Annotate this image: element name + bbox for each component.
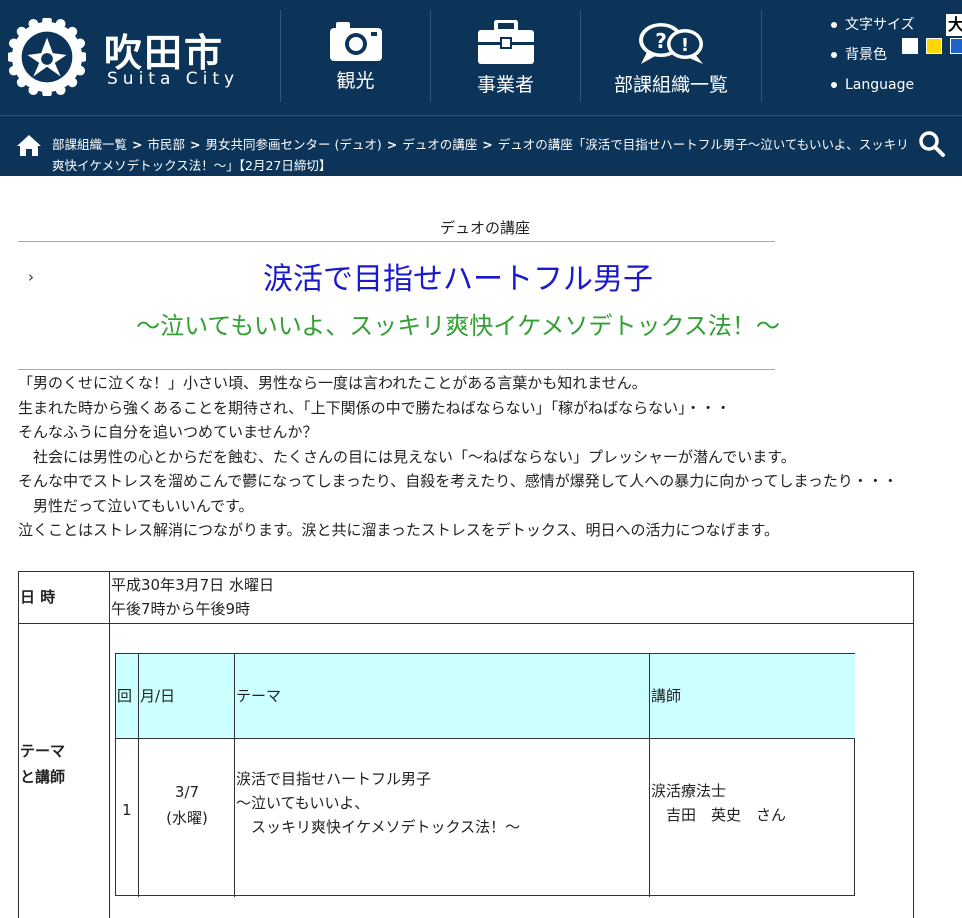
nav-divider [761,10,762,102]
bullet-icon [831,52,837,58]
breadcrumb-separator: > [132,137,143,152]
intro-line: 泣くことはストレス解消につながります。涙と共に溜まったストレスをデトックス、明日… [18,521,779,539]
city-emblem-logo[interactable] [8,18,86,96]
lecturer-name: 吉田 英史 さん [651,806,787,824]
page-title: 涙活で目指せハートフル男子 [263,262,653,297]
breadcrumb-link[interactable]: 市民部 [148,137,186,152]
datetime-time: 午後7時から午後9時 [111,600,251,618]
page-subtitle: ～泣いてもいいよ、スッキリ爽快イケメソデトックス法！～ [136,312,780,340]
nav-departments-label: 部課組織一覧 [613,74,728,96]
intro-line: そんなふうに自分を追いつめていませんか？ [18,423,318,441]
theme-label: テーマ [20,742,66,760]
nav-tourism-label: 観光 [336,70,375,92]
font-size-large-button[interactable]: 大 [946,14,962,36]
bg-color-label: 背景色 [845,47,887,63]
breadcrumb-trail: 部課組織一覧 > 市民部 > 男女共同参画センター (デュオ) > デュオの講座 > デュオの講… [52,134,914,176]
language-link[interactable]: Language [830,70,962,100]
section-label: デュオの講座 [440,219,531,237]
breadcrumb-link[interactable]: デュオの講座 [402,137,477,152]
bg-yellow-swatch[interactable] [926,38,942,54]
theme-label: と講師 [20,768,66,786]
datetime-date: 平成30年3月7日 水曜日 [111,576,274,594]
session-number: 1 [122,801,132,819]
font-size-label: 文字サイズ [845,17,915,33]
nav-business-label: 事業者 [476,74,534,96]
bullet-icon [831,82,837,88]
search-icon[interactable] [918,130,946,158]
bg-blue-swatch[interactable] [950,38,962,54]
schedule-table: 回 月/日 テーマ 講師 1 3/7 (水曜) 涙活で目指せハートフル男子 ～泣… [115,653,855,897]
site-header: 吹田市 Suita City 観光 事業者 ? ! 部課組織一覧 文字サイズ 大… [0,0,962,115]
divider [18,369,775,370]
breadcrumb-separator: > [190,137,201,152]
font-size-control[interactable]: 文字サイズ 大 [830,10,962,40]
intro-line: そんな中でストレスを溜めこんで鬱になってしまったり、自殺を考えたり、感情が爆発し… [18,472,898,490]
breadcrumb-separator: > [482,137,493,152]
session-theme: ～泣いてもいいよ、 [236,794,370,812]
table-header-cell: 月/日 [139,654,235,738]
svg-text:?: ? [655,29,667,53]
breadcrumb-link[interactable]: 男女共同参画センター (デュオ) [206,137,382,152]
camera-icon [329,22,382,61]
table-header-cell: テーマ [235,654,650,738]
bg-color-control: 背景色 [830,40,962,70]
intro-text: 「男のくせに泣くな！」小さい頃、男性なら一度は言われたことがある言葉かも知れませ… [18,371,962,543]
theme-header-cell: テーマ と講師 [18,623,110,918]
session-date: 3/7 [174,783,200,801]
svg-text:!: ! [681,35,689,56]
table-cell-lecturer: 涙活療法士 吉田 英史 さん [650,738,855,897]
table-cell-no: 1 [116,738,139,897]
table-header-cell: 回 [116,654,139,738]
datetime-header-cell: 日 時 [18,571,110,624]
briefcase-icon [477,20,534,64]
site-name-english[interactable]: Suita City [107,69,239,89]
intro-line: 男性だって泣いてもいいんです。 [18,496,254,515]
nav-business[interactable]: 事業者 [431,10,580,105]
nav-departments[interactable]: ? ! 部課組織一覧 [581,10,761,105]
intro-line: 生まれた時から強くあることを期待され、「上下関係の中で勝たねばならない」「稼がね… [18,398,731,417]
nav-tourism[interactable]: 観光 [281,10,430,105]
datetime-value-cell: 平成30年3月7日 水曜日 午後7時から午後9時 [109,571,914,624]
utility-menu: 文字サイズ 大 背景色 Language [830,10,962,100]
session-theme: スッキリ爽快イケメソデトックス法！～ [236,818,521,836]
session-weekday: (水曜) [166,809,208,827]
breadcrumb: 部課組織一覧 > 市民部 > 男女共同参画センター (デュオ) > デュオの講座 > デュオの講… [0,115,962,176]
home-icon[interactable] [16,133,42,157]
speech-bubbles-icon: ? ! [639,23,703,64]
bg-white-swatch[interactable] [902,38,918,54]
table-cell-date: 3/7 (水曜) [139,738,235,897]
divider [18,241,775,242]
lecturer-title: 涙活療法士 [651,782,727,800]
breadcrumb-separator: > [386,137,398,152]
language-label: Language [845,77,915,93]
bullet-icon [831,22,837,28]
table-header-cell: 講師 [650,654,855,738]
intro-line: 「男のくせに泣くな！」小さい頃、男性なら一度は言われたことがある言葉かも知れませ… [18,374,647,392]
session-theme: 涙活で目指せハートフル男子 [236,770,432,788]
datetime-label: 日 時 [20,588,56,606]
breadcrumb-link[interactable]: 部課組織一覧 [52,137,127,152]
intro-line: 社会には男性の心とからだを蝕む、たくさんの目には見えない「～ねばならない」プレッ… [18,447,796,466]
table-cell-theme: 涙活で目指せハートフル男子 ～泣いてもいいよ、 スッキリ爽快イケメソデトックス法… [235,738,650,897]
